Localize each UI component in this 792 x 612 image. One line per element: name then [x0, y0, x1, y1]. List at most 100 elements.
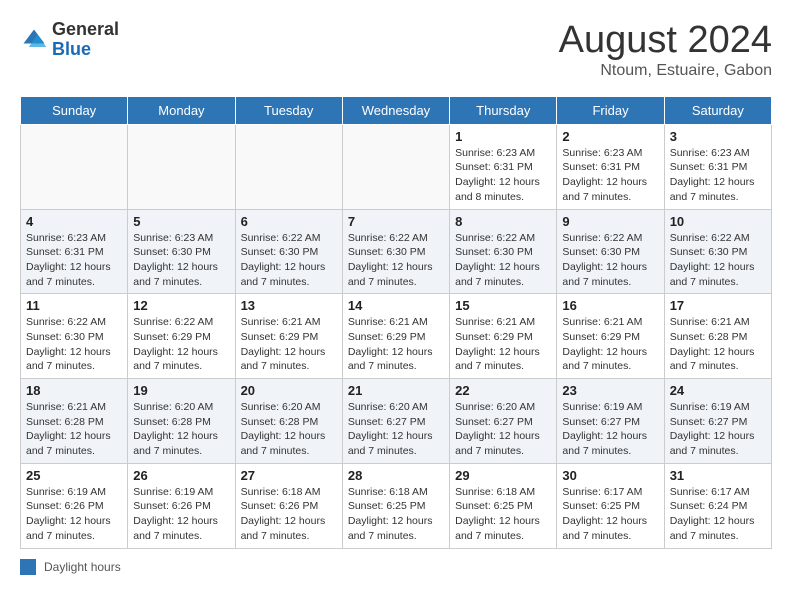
day-info: Sunrise: 6:22 AM Sunset: 6:30 PM Dayligh… — [455, 231, 551, 290]
calendar-cell: 23 Sunrise: 6:19 AM Sunset: 6:27 PM Dayli… — [557, 379, 664, 464]
calendar-cell: 6 Sunrise: 6:22 AM Sunset: 6:30 PM Daylig… — [235, 209, 342, 294]
calendar-week-row: 18 Sunrise: 6:21 AM Sunset: 6:28 PM Dayli… — [21, 379, 772, 464]
calendar-day-header: Tuesday — [235, 96, 342, 124]
calendar-cell: 22Sunrise: 6:20 AM Sunset: 6:27 PM Dayli… — [450, 379, 557, 464]
day-info: Sunrise: 6:18 AM Sunset: 6:25 PM Dayligh… — [455, 485, 551, 544]
day-number: 6 — [241, 214, 337, 229]
day-info: Sunrise: 6:21 AM Sunset: 6:29 PM Dayligh… — [348, 315, 444, 374]
logo: General Blue — [20, 20, 119, 60]
day-number: 23 — [562, 383, 658, 398]
day-info: Sunrise: 6:20 AM Sunset: 6:27 PM Dayligh… — [455, 400, 551, 459]
location-text: Ntoum, Estuaire, Gabon — [559, 62, 772, 80]
day-info: Sunrise: 6:17 AM Sunset: 6:24 PM Dayligh… — [670, 485, 766, 544]
day-number: 1 — [455, 129, 551, 144]
page-header: General Blue August 2024 Ntoum, Estuaire… — [20, 20, 772, 80]
calendar-cell: 24 Sunrise: 6:19 AM Sunset: 6:27 PM Dayli… — [664, 379, 771, 464]
day-number: 27 — [241, 468, 337, 483]
day-number: 25 — [26, 468, 122, 483]
calendar-cell: 13 Sunrise: 6:21 AM Sunset: 6:29 PM Dayli… — [235, 294, 342, 379]
day-number: 4 — [26, 214, 122, 229]
logo-icon — [20, 26, 48, 54]
calendar-cell: 20 Sunrise: 6:20 AM Sunset: 6:28 PM Dayli… — [235, 379, 342, 464]
calendar-day-header: Sunday — [21, 96, 128, 124]
calendar-header-row: SundayMondayTuesdayWednesdayThursdayFrid… — [21, 96, 772, 124]
calendar-cell: 12 Sunrise: 6:22 AM Sunset: 6:29 PM Dayli… — [128, 294, 235, 379]
day-number: 11 — [26, 298, 122, 313]
calendar-day-header: Thursday — [450, 96, 557, 124]
calendar-cell — [235, 124, 342, 209]
day-info: Sunrise: 6:23 AM Sunset: 6:31 PM Dayligh… — [26, 231, 122, 290]
day-info: Sunrise: 6:23 AM Sunset: 6:31 PM Dayligh… — [455, 146, 551, 205]
calendar-cell: 2 Sunrise: 6:23 AM Sunset: 6:31 PM Daylig… — [557, 124, 664, 209]
daylight-label: Daylight hours — [44, 560, 121, 574]
day-number: 21 — [348, 383, 444, 398]
calendar-cell: 8Sunrise: 6:22 AM Sunset: 6:30 PM Daylig… — [450, 209, 557, 294]
calendar-cell: 3 Sunrise: 6:23 AM Sunset: 6:31 PM Daylig… — [664, 124, 771, 209]
day-info: Sunrise: 6:20 AM Sunset: 6:27 PM Dayligh… — [348, 400, 444, 459]
calendar-cell: 29 Sunrise: 6:18 AM Sunset: 6:25 PM Dayli… — [450, 463, 557, 548]
day-info: Sunrise: 6:21 AM Sunset: 6:29 PM Dayligh… — [455, 315, 551, 374]
calendar-week-row: 4 Sunrise: 6:23 AM Sunset: 6:31 PM Daylig… — [21, 209, 772, 294]
calendar-cell: 7 Sunrise: 6:22 AM Sunset: 6:30 PM Daylig… — [342, 209, 449, 294]
day-number: 29 — [455, 468, 551, 483]
calendar-cell — [21, 124, 128, 209]
day-info: Sunrise: 6:19 AM Sunset: 6:26 PM Dayligh… — [26, 485, 122, 544]
calendar-cell: 11Sunrise: 6:22 AM Sunset: 6:30 PM Dayli… — [21, 294, 128, 379]
day-info: Sunrise: 6:22 AM Sunset: 6:29 PM Dayligh… — [133, 315, 229, 374]
calendar-cell — [342, 124, 449, 209]
calendar-footer: Daylight hours — [20, 559, 772, 575]
calendar-day-header: Friday — [557, 96, 664, 124]
calendar-week-row: 1 Sunrise: 6:23 AM Sunset: 6:31 PM Daylig… — [21, 124, 772, 209]
day-info: Sunrise: 6:19 AM Sunset: 6:27 PM Dayligh… — [562, 400, 658, 459]
day-info: Sunrise: 6:22 AM Sunset: 6:30 PM Dayligh… — [670, 231, 766, 290]
day-number: 2 — [562, 129, 658, 144]
day-number: 10 — [670, 214, 766, 229]
calendar-cell: 18 Sunrise: 6:21 AM Sunset: 6:28 PM Dayli… — [21, 379, 128, 464]
calendar-day-header: Saturday — [664, 96, 771, 124]
day-info: Sunrise: 6:22 AM Sunset: 6:30 PM Dayligh… — [348, 231, 444, 290]
day-info: Sunrise: 6:23 AM Sunset: 6:31 PM Dayligh… — [562, 146, 658, 205]
daylight-swatch — [20, 559, 36, 575]
day-info: Sunrise: 6:23 AM Sunset: 6:31 PM Dayligh… — [670, 146, 766, 205]
calendar-cell: 14 Sunrise: 6:21 AM Sunset: 6:29 PM Dayli… — [342, 294, 449, 379]
logo-general-text: General — [52, 19, 119, 39]
day-number: 3 — [670, 129, 766, 144]
calendar-cell: 31 Sunrise: 6:17 AM Sunset: 6:24 PM Dayli… — [664, 463, 771, 548]
day-info: Sunrise: 6:20 AM Sunset: 6:28 PM Dayligh… — [241, 400, 337, 459]
calendar-cell: 16Sunrise: 6:21 AM Sunset: 6:29 PM Dayli… — [557, 294, 664, 379]
day-info: Sunrise: 6:21 AM Sunset: 6:28 PM Dayligh… — [670, 315, 766, 374]
day-number: 17 — [670, 298, 766, 313]
calendar-cell: 17 Sunrise: 6:21 AM Sunset: 6:28 PM Dayli… — [664, 294, 771, 379]
day-number: 9 — [562, 214, 658, 229]
title-block: August 2024 Ntoum, Estuaire, Gabon — [559, 20, 772, 80]
day-number: 19 — [133, 383, 229, 398]
day-info: Sunrise: 6:21 AM Sunset: 6:29 PM Dayligh… — [241, 315, 337, 374]
day-info: Sunrise: 6:21 AM Sunset: 6:28 PM Dayligh… — [26, 400, 122, 459]
day-number: 18 — [26, 383, 122, 398]
day-number: 12 — [133, 298, 229, 313]
month-year-title: August 2024 — [559, 20, 772, 62]
day-number: 30 — [562, 468, 658, 483]
day-info: Sunrise: 6:17 AM Sunset: 6:25 PM Dayligh… — [562, 485, 658, 544]
day-number: 20 — [241, 383, 337, 398]
calendar-table: SundayMondayTuesdayWednesdayThursdayFrid… — [20, 96, 772, 549]
day-number: 7 — [348, 214, 444, 229]
day-number: 31 — [670, 468, 766, 483]
day-info: Sunrise: 6:21 AM Sunset: 6:29 PM Dayligh… — [562, 315, 658, 374]
calendar-cell: 25 Sunrise: 6:19 AM Sunset: 6:26 PM Dayli… — [21, 463, 128, 548]
day-info: Sunrise: 6:19 AM Sunset: 6:27 PM Dayligh… — [670, 400, 766, 459]
logo-blue-text: Blue — [52, 39, 91, 59]
day-number: 5 — [133, 214, 229, 229]
day-number: 24 — [670, 383, 766, 398]
day-number: 14 — [348, 298, 444, 313]
day-number: 26 — [133, 468, 229, 483]
day-info: Sunrise: 6:22 AM Sunset: 6:30 PM Dayligh… — [241, 231, 337, 290]
day-info: Sunrise: 6:18 AM Sunset: 6:25 PM Dayligh… — [348, 485, 444, 544]
calendar-week-row: 25 Sunrise: 6:19 AM Sunset: 6:26 PM Dayli… — [21, 463, 772, 548]
calendar-cell: 4 Sunrise: 6:23 AM Sunset: 6:31 PM Daylig… — [21, 209, 128, 294]
day-number: 13 — [241, 298, 337, 313]
day-info: Sunrise: 6:22 AM Sunset: 6:30 PM Dayligh… — [562, 231, 658, 290]
calendar-cell — [128, 124, 235, 209]
day-info: Sunrise: 6:19 AM Sunset: 6:26 PM Dayligh… — [133, 485, 229, 544]
calendar-cell: 30 Sunrise: 6:17 AM Sunset: 6:25 PM Dayli… — [557, 463, 664, 548]
